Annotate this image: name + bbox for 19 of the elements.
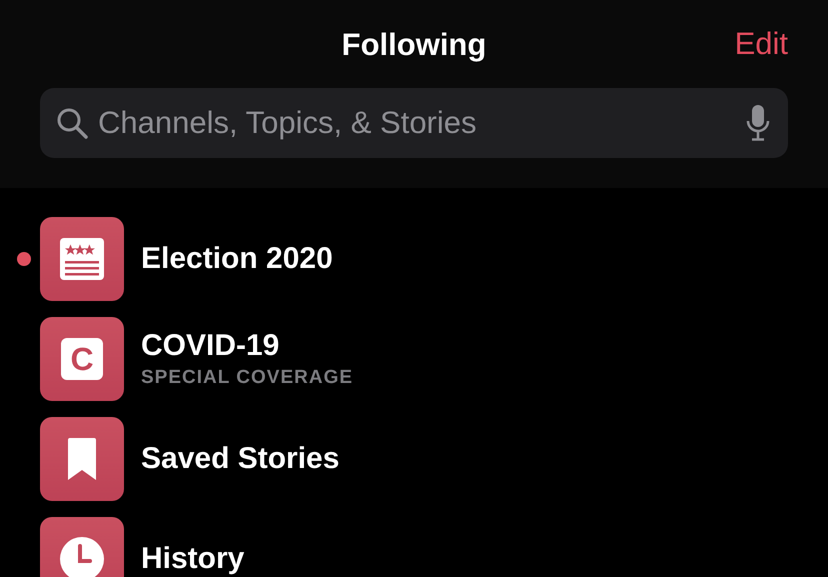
channel-title[interactable]: Saved Stories: [141, 442, 340, 476]
search-icon: [56, 107, 88, 139]
channel-tile[interactable]: [40, 417, 124, 501]
search-field[interactable]: Channels, Topics, & Stories: [98, 105, 736, 141]
clock-icon: [60, 537, 104, 577]
bookmark-icon: [68, 438, 96, 480]
letter-icon: C: [61, 338, 103, 380]
screen-title: Following: [342, 27, 486, 63]
microphone-icon[interactable]: [746, 105, 770, 141]
channel-tile[interactable]: [40, 517, 124, 577]
channel-title[interactable]: History: [141, 542, 244, 576]
channel-title[interactable]: Election 2020: [141, 242, 333, 276]
channel-tile[interactable]: C: [40, 317, 124, 401]
search-bar[interactable]: Channels, Topics, & Stories: [40, 88, 788, 158]
ballot-icon: [60, 238, 104, 280]
channel-subtitle: SPECIAL COVERAGE: [141, 367, 354, 389]
edit-button[interactable]: Edit: [734, 26, 788, 62]
channel-tile[interactable]: [40, 217, 124, 301]
channel-title[interactable]: COVID-19: [141, 329, 354, 363]
